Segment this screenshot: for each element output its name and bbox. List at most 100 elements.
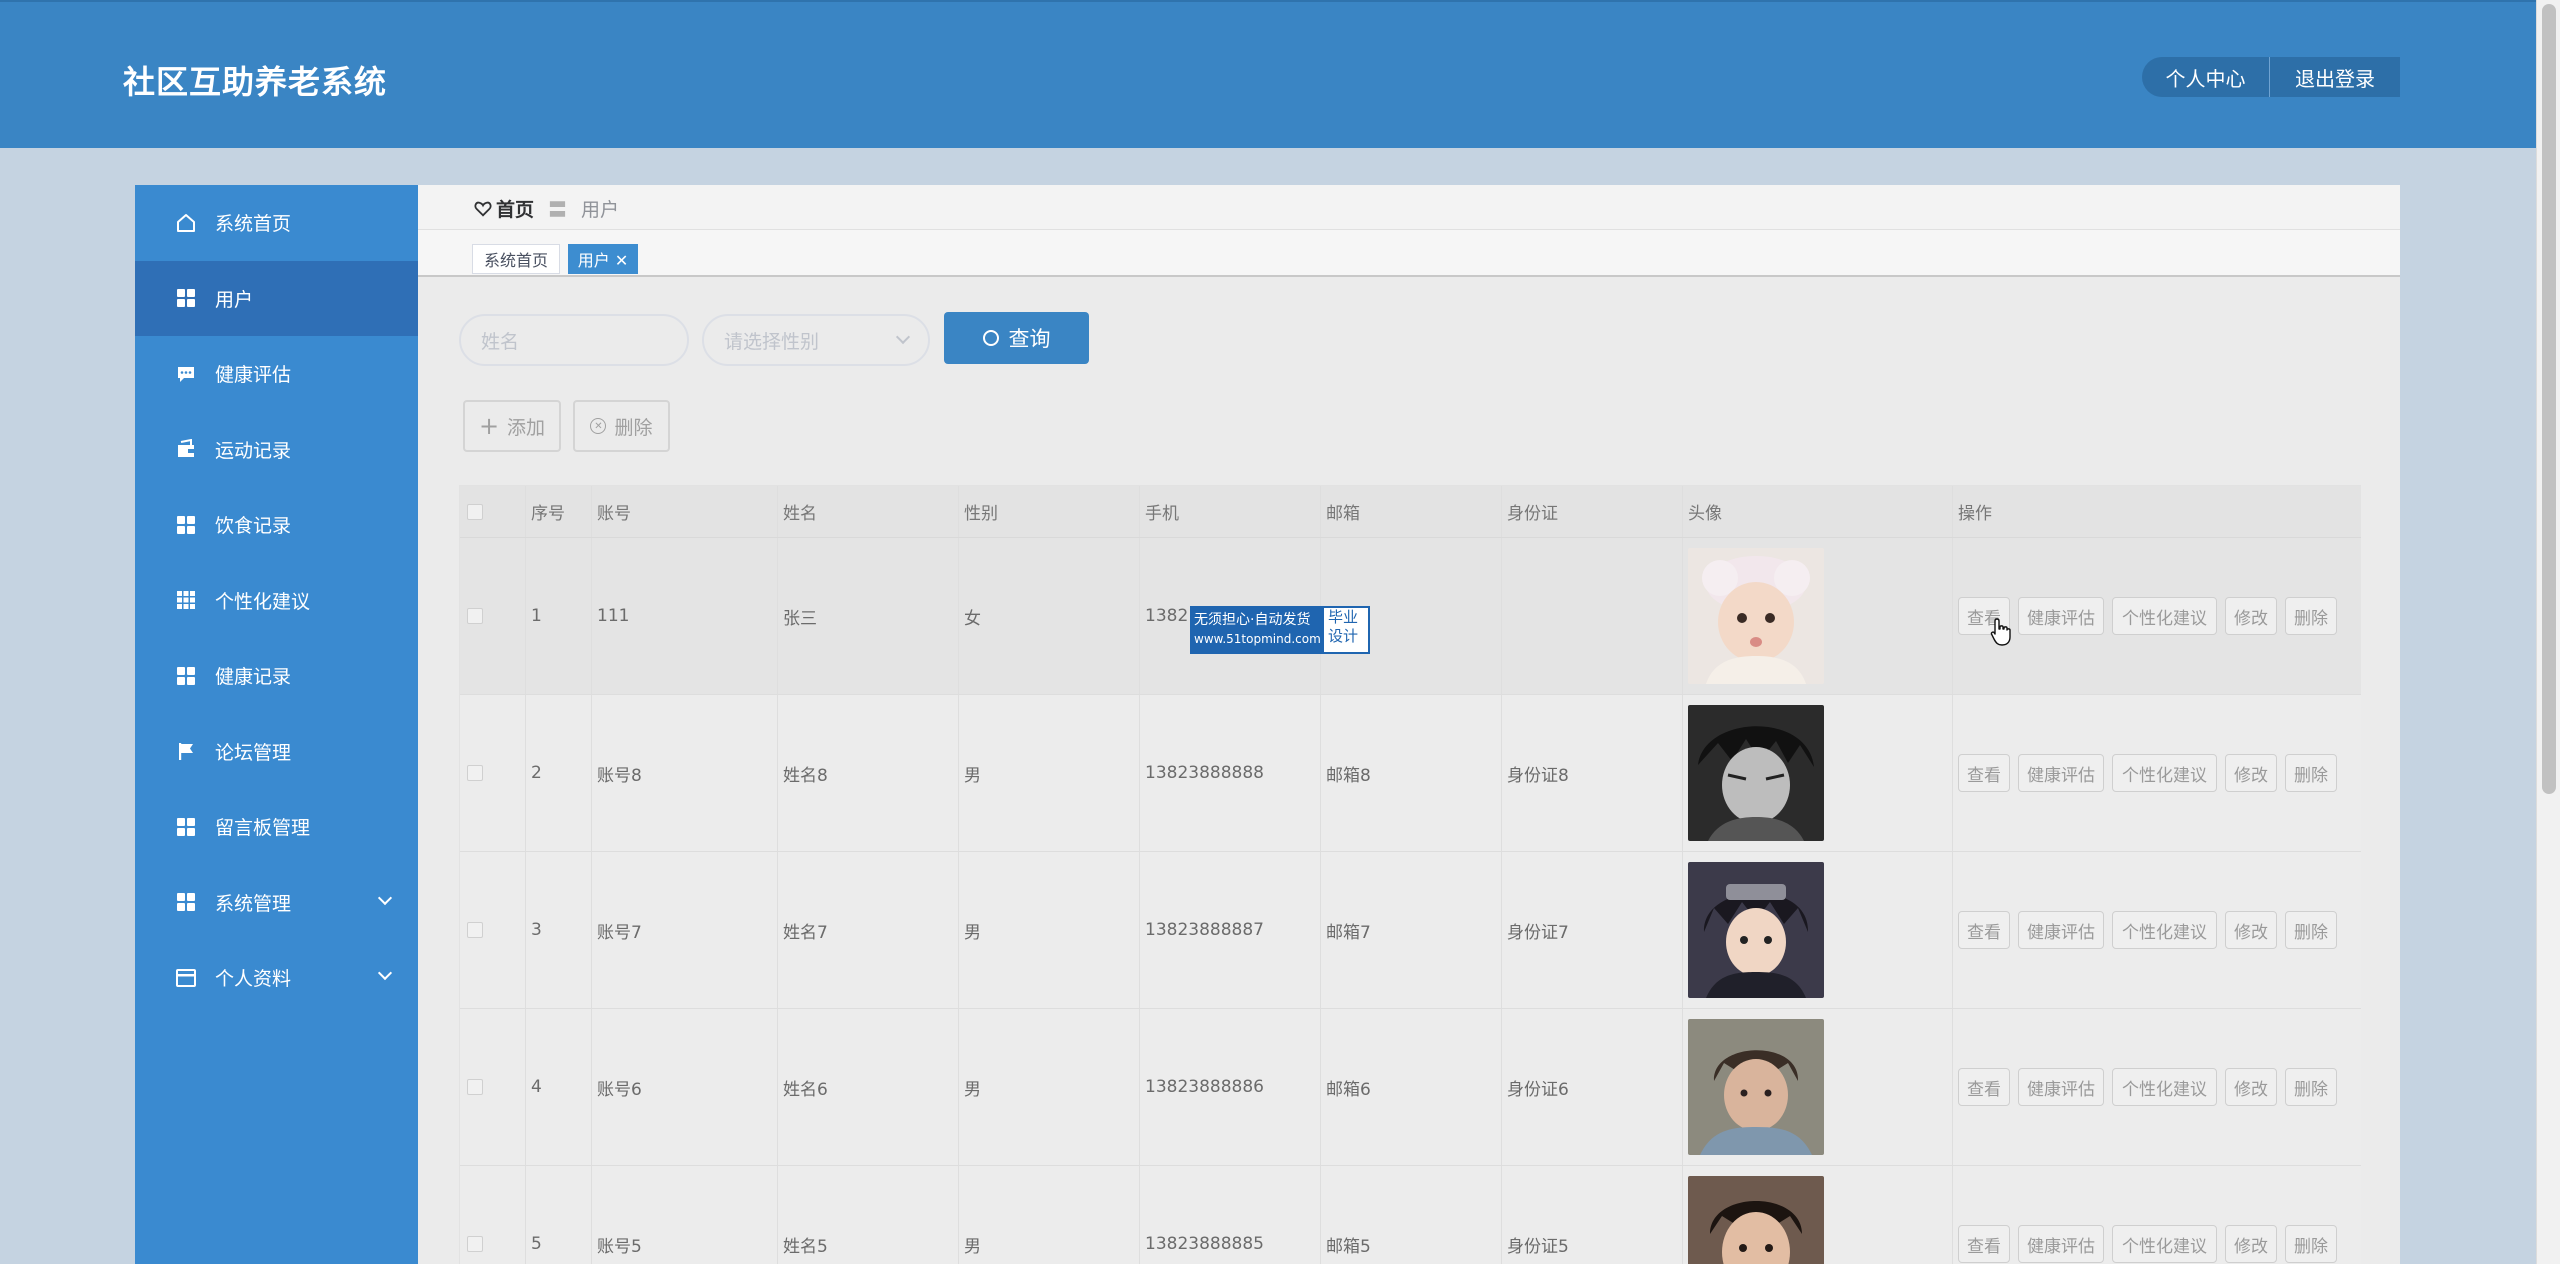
ops-cell: 查看 健康评估 个性化建议 修改 删除 xyxy=(1953,1009,2361,1165)
grid-icon xyxy=(175,891,197,913)
view-button[interactable]: 查看 xyxy=(1958,911,2010,949)
name-cell: 姓名5 xyxy=(778,1166,959,1264)
plus-icon: + xyxy=(478,412,500,440)
select-all-checkbox[interactable] xyxy=(467,503,483,520)
tab-users[interactable]: 用户 ✕ xyxy=(568,244,638,274)
idcard-cell: 身份证8 xyxy=(1502,695,1683,851)
breadcrumb-bar: 首页 〓 用户 xyxy=(418,185,2400,230)
health-assessment-button[interactable]: 健康评估 xyxy=(2018,911,2104,949)
column-header: 性别 xyxy=(959,486,1140,537)
ops-cell: 查看 健康评估 个性化建议 修改 删除 xyxy=(1953,1166,2361,1264)
delete-button[interactable]: 删除 xyxy=(2285,597,2337,635)
sidebar-item-forum[interactable]: 论坛管理 xyxy=(135,714,418,790)
sidebar-item-message-board[interactable]: 留言板管理 xyxy=(135,789,418,865)
sidebar-item-exercise-records[interactable]: 运动记录 xyxy=(135,412,418,488)
sidebar-item-system-management[interactable]: 系统管理 xyxy=(135,865,418,941)
header-actions: 个人中心 退出登录 xyxy=(2142,57,2400,97)
profile-center-button[interactable]: 个人中心 xyxy=(2142,57,2270,97)
add-button-label: 添加 xyxy=(507,416,546,439)
sidebar-item-personal-info[interactable]: 个人资料 xyxy=(135,940,418,1016)
gender-select[interactable]: 请选择性别 xyxy=(702,314,930,366)
personalized-advice-button[interactable]: 个性化建议 xyxy=(2112,1225,2217,1263)
view-button[interactable]: 查看 xyxy=(1958,754,2010,792)
gender-select-placeholder: 请选择性别 xyxy=(724,330,820,353)
sidebar-item-users[interactable]: 用户 xyxy=(135,260,418,336)
batch-delete-button[interactable]: ✕ 删除 xyxy=(573,400,670,452)
tags-view: 系统首页 用户 ✕ xyxy=(418,230,2400,277)
grid-icon xyxy=(175,816,197,838)
sidebar-item-health-records[interactable]: 健康记录 xyxy=(135,638,418,714)
row-actions: 查看 健康评估 个性化建议 修改 删除 xyxy=(1958,1068,2337,1106)
query-button[interactable]: 查询 xyxy=(944,312,1089,364)
row-select-cell xyxy=(460,1166,526,1264)
sidebar-item-health-assessment[interactable]: 健康评估 xyxy=(135,336,418,412)
page-scrollbar[interactable] xyxy=(2536,0,2560,1264)
breadcrumb-home[interactable]: 首页 xyxy=(496,195,534,222)
avatar-cell xyxy=(1683,1009,1953,1165)
card-icon xyxy=(175,967,197,989)
sidebar-item-diet-records[interactable]: 饮食记录 xyxy=(135,487,418,563)
idcard-cell xyxy=(1502,538,1683,694)
edit-button[interactable]: 修改 xyxy=(2225,597,2277,635)
row-checkbox[interactable] xyxy=(467,922,483,938)
top-header: 社区互助养老系统 个人中心 退出登录 xyxy=(0,0,2536,148)
email-cell: 邮箱6 xyxy=(1321,1009,1502,1165)
column-header: 邮箱 xyxy=(1321,486,1502,537)
scrollbar-thumb[interactable] xyxy=(2542,4,2556,794)
wallet-icon xyxy=(175,438,197,460)
edit-button[interactable]: 修改 xyxy=(2225,911,2277,949)
column-header: 账号 xyxy=(592,486,778,537)
gender-cell: 男 xyxy=(959,695,1140,851)
edit-button[interactable]: 修改 xyxy=(2225,1068,2277,1106)
ops-cell: 查看 健康评估 个性化建议 修改 删除 xyxy=(1953,538,2361,694)
name-search-input[interactable]: 姓名 xyxy=(459,314,689,366)
index-cell: 3 xyxy=(526,852,592,1008)
edit-button[interactable]: 修改 xyxy=(2225,1225,2277,1263)
row-actions: 查看 健康评估 个性化建议 修改 删除 xyxy=(1958,911,2337,949)
sidebar-item-label: 饮食记录 xyxy=(215,515,292,538)
view-button[interactable]: 查看 xyxy=(1958,1225,2010,1263)
account-cell: 账号6 xyxy=(592,1009,778,1165)
chevron-down-icon xyxy=(895,329,911,345)
personalized-advice-button[interactable]: 个性化建议 xyxy=(2112,911,2217,949)
sidebar-item-label: 留言板管理 xyxy=(215,817,311,840)
account-cell: 账号5 xyxy=(592,1166,778,1264)
ops-cell: 查看 健康评估 个性化建议 修改 删除 xyxy=(1953,852,2361,1008)
chevron-down-icon xyxy=(377,965,393,981)
email-cell: 邮箱5 xyxy=(1321,1166,1502,1264)
edit-button[interactable]: 修改 xyxy=(2225,754,2277,792)
breadcrumb-separator: 〓 xyxy=(548,199,568,221)
row-checkbox[interactable] xyxy=(467,608,483,624)
column-header: 手机 xyxy=(1140,486,1321,537)
personalized-advice-button[interactable]: 个性化建议 xyxy=(2112,1068,2217,1106)
health-assessment-button[interactable]: 健康评估 xyxy=(2018,754,2104,792)
email-cell: 邮箱8 xyxy=(1321,695,1502,851)
logout-button[interactable]: 退出登录 xyxy=(2270,57,2400,97)
users-table: 序号 账号 姓名 性别 手机 邮箱 身份证 头像 操作 1 111 张三 女 1… xyxy=(459,485,2361,1264)
personalized-advice-button[interactable]: 个性化建议 xyxy=(2112,597,2217,635)
add-button[interactable]: + 添加 xyxy=(463,400,561,452)
chat-icon xyxy=(175,363,197,385)
health-assessment-button[interactable]: 健康评估 xyxy=(2018,1068,2104,1106)
delete-button[interactable]: 删除 xyxy=(2285,1225,2337,1263)
personalized-advice-button[interactable]: 个性化建议 xyxy=(2112,754,2217,792)
table-row: 3 账号7 姓名7 男 13823888887 邮箱7 身份证7 查看 健康评估… xyxy=(460,852,2361,1009)
delete-button[interactable]: 删除 xyxy=(2285,911,2337,949)
sidebar-item-personalized-advice[interactable]: 个性化建议 xyxy=(135,563,418,639)
view-button[interactable]: 查看 xyxy=(1958,1068,2010,1106)
grid-icon xyxy=(175,665,197,687)
query-button-label: 查询 xyxy=(1008,327,1051,351)
row-checkbox[interactable] xyxy=(467,765,483,781)
health-assessment-button[interactable]: 健康评估 xyxy=(2018,1225,2104,1263)
row-checkbox[interactable] xyxy=(467,1079,483,1095)
close-circle-icon: ✕ xyxy=(590,418,607,434)
sidebar-item-home[interactable]: 系统首页 xyxy=(135,185,418,261)
tab-home[interactable]: 系统首页 xyxy=(472,244,560,274)
row-select-cell xyxy=(460,538,526,694)
table-row: 5 账号5 姓名5 男 13823888885 邮箱5 身份证5 查看 健康评估… xyxy=(460,1166,2361,1264)
column-header: 序号 xyxy=(526,486,592,537)
row-checkbox[interactable] xyxy=(467,1236,483,1252)
delete-button[interactable]: 删除 xyxy=(2285,1068,2337,1106)
health-assessment-button[interactable]: 健康评估 xyxy=(2018,597,2104,635)
delete-button[interactable]: 删除 xyxy=(2285,754,2337,792)
